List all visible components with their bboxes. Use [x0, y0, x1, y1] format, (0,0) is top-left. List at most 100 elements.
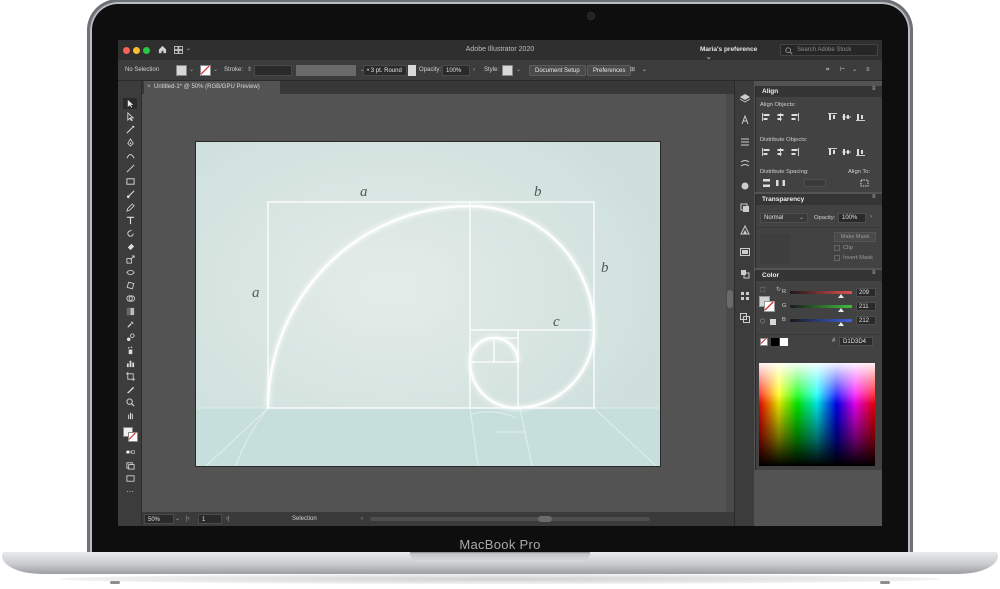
color-modes[interactable]	[123, 447, 137, 458]
align-bottom-icon[interactable]	[856, 113, 865, 121]
layers-icon[interactable]	[739, 92, 751, 104]
swap-colors-icon[interactable]: ↻	[776, 286, 781, 293]
edit-toolbar-icon[interactable]: ···	[123, 486, 137, 497]
chevron-down-icon[interactable]: ⌄	[189, 65, 194, 76]
arrange-icon[interactable]: ⌗	[826, 65, 829, 76]
transparency-panel-tab[interactable]: Transparency	[756, 194, 882, 205]
panel-menu-icon[interactable]: ≡	[872, 86, 876, 92]
blend-mode-select[interactable]: Normal ⌄	[760, 213, 808, 223]
align-panel-icon[interactable]	[739, 290, 751, 302]
workspace-switcher[interactable]: Maria's preference ⌄	[696, 44, 774, 61]
graphic-style-swatch[interactable]	[502, 65, 513, 76]
channel-slider-knob[interactable]	[838, 322, 845, 326]
spacing-value-field[interactable]	[804, 179, 826, 187]
symbol-sprayer-tool[interactable]	[123, 345, 137, 356]
screen-mode[interactable]	[123, 473, 137, 484]
hand-tool[interactable]	[123, 397, 137, 408]
artboard[interactable]: a b a b c	[196, 142, 660, 466]
artboard-number-field[interactable]: 1	[198, 514, 222, 524]
distribute-horizontal-space-icon[interactable]	[776, 179, 785, 187]
eraser-tool[interactable]	[123, 241, 137, 252]
align-options-icon[interactable]: ⊢	[840, 65, 845, 76]
align-vertical-center-icon[interactable]	[842, 113, 851, 121]
panel-menu-icon[interactable]: ≡	[866, 65, 870, 76]
chevron-down-icon[interactable]: ⌄	[213, 65, 218, 76]
default-colors-icon[interactable]: ⬚	[760, 286, 766, 293]
column-graph-tool[interactable]	[123, 358, 137, 369]
properties-icon[interactable]	[739, 114, 751, 126]
distribute-vertical-space-icon[interactable]	[762, 179, 771, 187]
chevron-down-icon[interactable]: ⌄	[516, 65, 521, 76]
none-swatch[interactable]	[760, 338, 768, 346]
stroke-weight-field[interactable]	[254, 65, 292, 76]
align-panel-tab[interactable]: Align	[756, 86, 882, 97]
blend-tool[interactable]	[123, 332, 137, 343]
opacity-arrow-icon[interactable]: ›	[473, 65, 475, 76]
first-artboard-icon[interactable]: |‹	[186, 514, 190, 524]
panel-menu-icon[interactable]: ≡	[872, 270, 876, 276]
clip-checkbox[interactable]	[834, 245, 840, 251]
graphic-styles-icon[interactable]	[739, 202, 751, 214]
rotate-tool[interactable]	[123, 228, 137, 239]
channel-slider-knob[interactable]	[838, 308, 845, 312]
black-swatch[interactable]	[771, 338, 779, 346]
channel-value-field[interactable]: 212	[856, 316, 876, 325]
preferences-button[interactable]: Preferences	[587, 65, 632, 76]
opacity-field[interactable]: 100%	[442, 65, 470, 76]
free-transform-tool[interactable]	[123, 280, 137, 291]
distribute-horizontal-center-icon[interactable]	[842, 148, 851, 156]
line-segment-tool[interactable]	[123, 163, 137, 174]
channel-value-field[interactable]: 211	[856, 302, 876, 311]
brush-dropdown[interactable]	[408, 65, 416, 76]
selection-tool[interactable]	[123, 98, 137, 109]
artboard-tool[interactable]	[123, 371, 137, 382]
fill-swatch[interactable]	[176, 65, 187, 76]
image-trace-icon[interactable]	[739, 246, 751, 258]
distribute-vertical-center-icon[interactable]	[776, 148, 785, 156]
vertical-scrollbar[interactable]	[726, 94, 734, 512]
status-arrow-icon[interactable]: ›	[361, 514, 363, 524]
stroke-color-box[interactable]	[128, 432, 138, 442]
draw-mode[interactable]	[123, 460, 137, 471]
slice-tool[interactable]	[123, 384, 137, 395]
make-mask-button[interactable]: Make Mask	[834, 232, 876, 242]
horizontal-scrollbar[interactable]	[370, 517, 650, 521]
hex-color-field[interactable]: D1D3D4	[839, 337, 873, 346]
invert-mask-checkbox[interactable]	[834, 255, 840, 261]
type-tool[interactable]	[123, 215, 137, 226]
document-setup-button[interactable]: Document Setup	[529, 65, 586, 76]
chevron-down-icon[interactable]: ⌄	[852, 65, 857, 76]
align-right-icon[interactable]	[790, 113, 799, 121]
mask-thumbnail[interactable]	[760, 234, 790, 264]
chevron-down-icon[interactable]: ⌄	[175, 514, 180, 524]
next-artboard-icon[interactable]: ›|	[226, 514, 230, 524]
variable-width-profile[interactable]	[296, 65, 356, 76]
color-spectrum[interactable]	[759, 363, 875, 466]
transparency-opacity-field[interactable]: 100%	[838, 213, 866, 223]
brush-definition-field[interactable]: • 3 pt. Round	[363, 65, 407, 76]
scrollbar-thumb[interactable]	[727, 290, 733, 308]
distribute-bottom-icon[interactable]	[790, 148, 799, 156]
distribute-top-icon[interactable]	[762, 148, 771, 156]
distribute-right-icon[interactable]	[856, 148, 865, 156]
gradient-tool[interactable]	[123, 306, 137, 317]
web-safe-swatch[interactable]	[770, 319, 776, 325]
eyedropper-tool[interactable]	[123, 319, 137, 330]
select-similar-icon[interactable]: ⊞	[630, 65, 635, 76]
pen-tool[interactable]	[123, 137, 137, 148]
zoom-tool[interactable]	[123, 410, 137, 421]
stock-search-input[interactable]: Search Adobe Stock	[780, 44, 878, 56]
brushes-icon[interactable]	[739, 158, 751, 170]
pathfinder-icon[interactable]	[739, 268, 751, 280]
align-top-icon[interactable]	[828, 113, 837, 121]
align-left-icon[interactable]	[762, 113, 771, 121]
symbols-icon[interactable]	[739, 180, 751, 192]
scale-tool[interactable]	[123, 254, 137, 265]
zoom-level-field[interactable]: 50%	[144, 514, 174, 524]
appearance-icon[interactable]	[739, 224, 751, 236]
align-horizontal-center-icon[interactable]	[776, 113, 785, 121]
close-tab-icon[interactable]: ×	[147, 81, 151, 94]
artboards-icon[interactable]	[739, 312, 751, 324]
channel-slider-knob[interactable]	[837, 294, 844, 298]
curvature-tool[interactable]	[123, 150, 137, 161]
